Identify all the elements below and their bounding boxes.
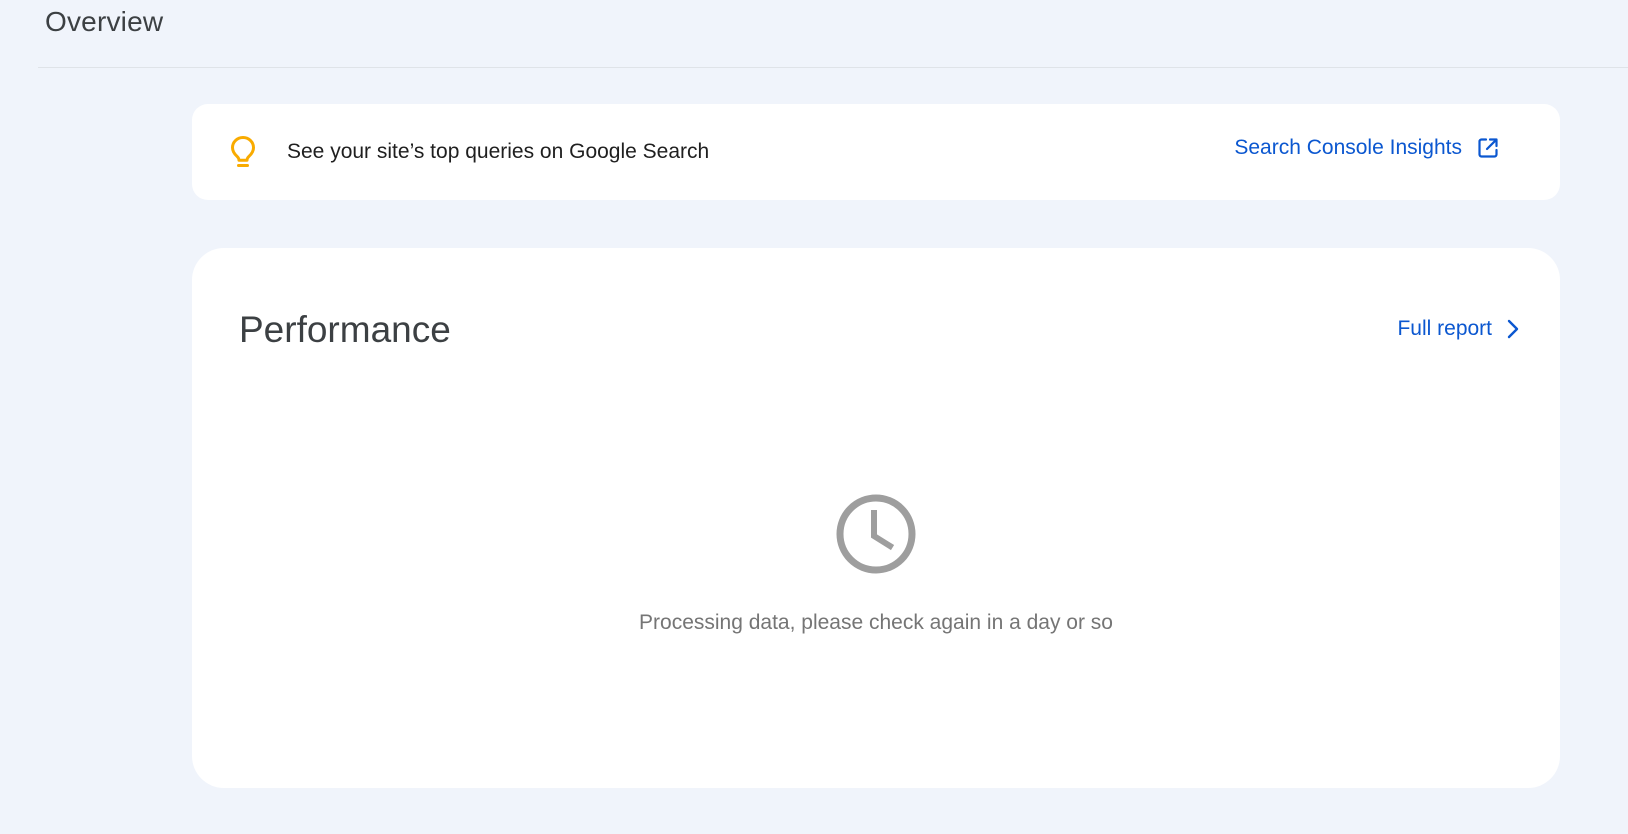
search-console-insights-link[interactable]: Search Console Insights	[1234, 136, 1500, 160]
full-report-label: Full report	[1397, 317, 1492, 340]
insights-tip-card: See your site’s top queries on Google Se…	[192, 104, 1560, 200]
open-in-new-icon	[1476, 136, 1500, 160]
chevron-right-icon	[1506, 318, 1520, 340]
page-title: Overview	[45, 6, 164, 37]
performance-title: Performance	[239, 309, 451, 350]
empty-state: Processing data, please check again in a…	[192, 493, 1560, 636]
search-console-insights-label: Search Console Insights	[1234, 136, 1462, 159]
clock-icon	[835, 493, 917, 575]
page-header: Overview	[38, 0, 1628, 68]
full-report-link[interactable]: Full report	[1397, 317, 1520, 341]
tip-text: See your site’s top queries on Google Se…	[287, 140, 710, 163]
lightbulb-icon	[230, 135, 256, 169]
empty-state-message: Processing data, please check again in a…	[639, 611, 1113, 634]
performance-card: Performance Full report Processing data,…	[192, 248, 1560, 788]
